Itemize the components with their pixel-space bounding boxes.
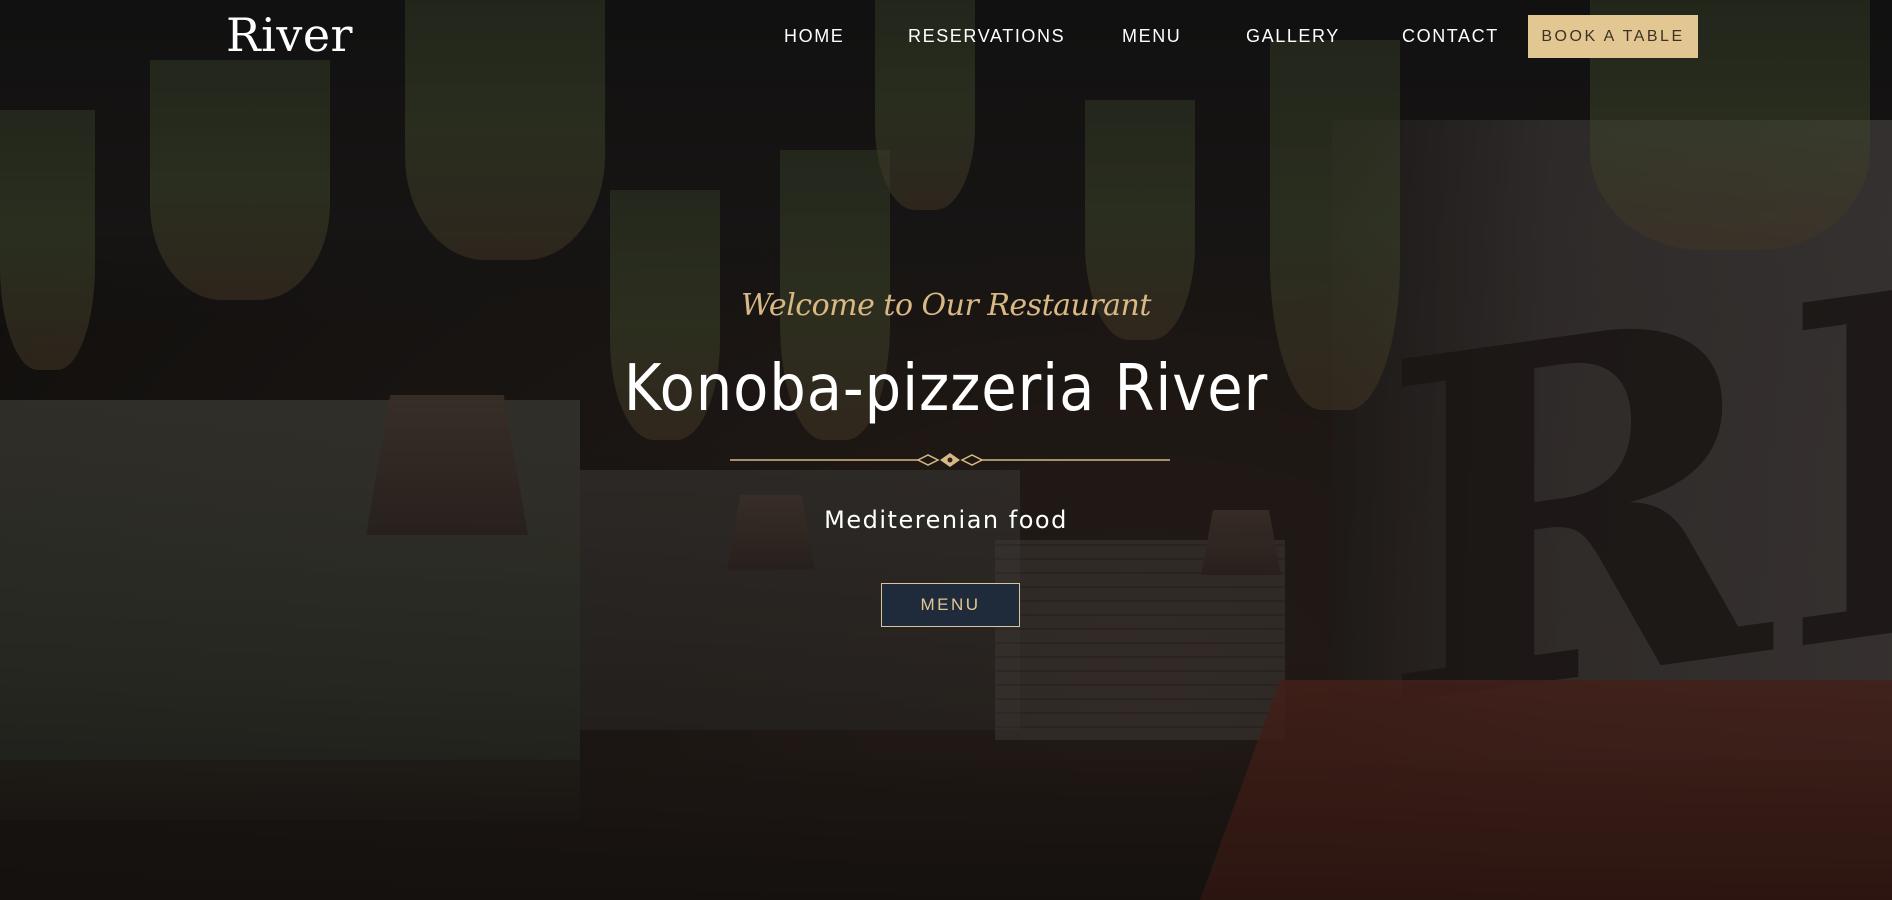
hero-background: RIVER [0, 0, 1892, 900]
top-navigation: River HOME RESERVATIONS MENU GALLERY CON… [0, 0, 1892, 75]
nav-link-gallery[interactable]: GALLERY [1246, 26, 1340, 47]
book-a-table-button[interactable]: BOOK A TABLE [1528, 15, 1698, 58]
welcome-tagline: Welcome to Our Restaurant [741, 288, 1151, 323]
menu-button[interactable]: MENU [881, 583, 1020, 627]
hero-title: Konoba-pizzeria River [623, 352, 1269, 426]
site-logo[interactable]: River [226, 8, 353, 62]
nav-link-menu[interactable]: MENU [1122, 26, 1181, 47]
nav-link-reservations[interactable]: RESERVATIONS [908, 26, 1065, 47]
ornament-divider-icon [730, 453, 1170, 467]
nav-link-contact[interactable]: CONTACT [1402, 26, 1499, 47]
hero-subtitle: Mediterenian food [824, 506, 1068, 534]
dark-overlay [0, 0, 1892, 900]
nav-link-home[interactable]: HOME [784, 26, 844, 47]
